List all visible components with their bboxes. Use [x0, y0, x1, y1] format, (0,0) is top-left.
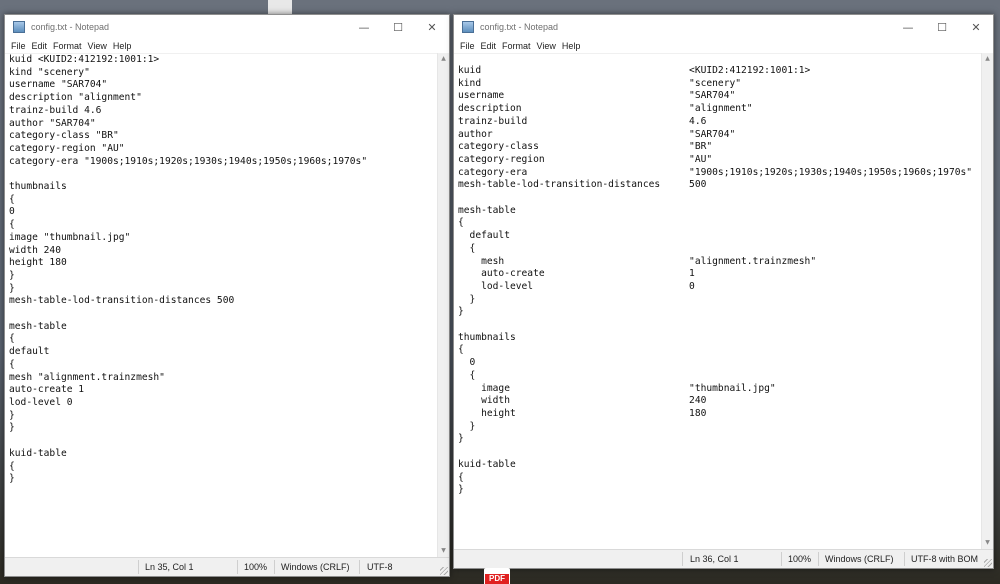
resize-grip[interactable] — [984, 559, 992, 567]
title-bar[interactable]: config.txt - Notepad — ☐ ✕ — [454, 15, 993, 39]
close-button[interactable]: ✕ — [415, 15, 449, 39]
menu-file[interactable]: File — [457, 41, 478, 51]
menu-help[interactable]: Help — [559, 41, 584, 51]
menu-bar: File Edit Format View Help — [5, 39, 449, 53]
notepad-icon — [462, 21, 474, 33]
status-encoding: UTF-8 — [367, 562, 393, 572]
window-title: config.txt - Notepad — [480, 22, 559, 32]
scroll-down-icon[interactable]: ▼ — [982, 537, 993, 549]
maximize-button[interactable]: ☐ — [381, 15, 415, 39]
status-position: Ln 36, Col 1 — [690, 554, 739, 564]
editor-content[interactable]: kuid <KUID2:412192:1001:1> kind "scenery… — [5, 54, 438, 486]
maximize-button[interactable]: ☐ — [925, 15, 959, 39]
menu-help[interactable]: Help — [110, 41, 135, 51]
menu-view[interactable]: View — [534, 41, 559, 51]
scroll-up-icon[interactable]: ▲ — [438, 53, 449, 65]
menu-view[interactable]: View — [85, 41, 110, 51]
pdf-file-icon[interactable]: PDF — [484, 568, 510, 584]
menu-edit[interactable]: Edit — [478, 41, 500, 51]
text-editor[interactable]: kuid <KUID2:412192:1001:1> kind "scenery… — [454, 53, 982, 549]
close-button[interactable]: ✕ — [959, 15, 993, 39]
vertical-scrollbar[interactable]: ▲ ▼ — [437, 53, 449, 557]
status-encoding: UTF-8 with BOM — [911, 554, 979, 564]
menu-bar: File Edit Format View Help — [454, 39, 993, 53]
notepad-window-right: config.txt - Notepad — ☐ ✕ File Edit For… — [453, 14, 994, 569]
notepad-icon — [13, 21, 25, 33]
menu-format[interactable]: Format — [499, 41, 534, 51]
resize-grip[interactable] — [440, 567, 448, 575]
status-line-ending: Windows (CRLF) — [281, 562, 350, 572]
desktop-icon[interactable] — [268, 0, 292, 14]
status-position: Ln 35, Col 1 — [145, 562, 194, 572]
title-bar[interactable]: config.txt - Notepad — ☐ ✕ — [5, 15, 449, 39]
scroll-down-icon[interactable]: ▼ — [438, 545, 449, 557]
scroll-up-icon[interactable]: ▲ — [982, 53, 993, 65]
status-bar: Ln 35, Col 1 100% Windows (CRLF) UTF-8 — [5, 557, 449, 576]
notepad-window-left: config.txt - Notepad — ☐ ✕ File Edit For… — [4, 14, 450, 577]
status-zoom: 100% — [244, 562, 268, 572]
status-zoom: 100% — [788, 554, 812, 564]
minimize-button[interactable]: — — [347, 15, 381, 39]
text-editor[interactable]: kuid <KUID2:412192:1001:1> kind "scenery… — [5, 53, 438, 557]
status-bar: Ln 36, Col 1 100% Windows (CRLF) UTF-8 w… — [454, 549, 993, 568]
menu-format[interactable]: Format — [50, 41, 85, 51]
vertical-scrollbar[interactable]: ▲ ▼ — [981, 53, 993, 549]
menu-edit[interactable]: Edit — [29, 41, 51, 51]
minimize-button[interactable]: — — [891, 15, 925, 39]
menu-file[interactable]: File — [8, 41, 29, 51]
pdf-label: PDF — [485, 574, 509, 584]
editor-content[interactable]: kuid <KUID2:412192:1001:1> kind "scenery… — [454, 54, 982, 497]
status-line-ending: Windows (CRLF) — [825, 554, 894, 564]
window-title: config.txt - Notepad — [31, 22, 110, 32]
